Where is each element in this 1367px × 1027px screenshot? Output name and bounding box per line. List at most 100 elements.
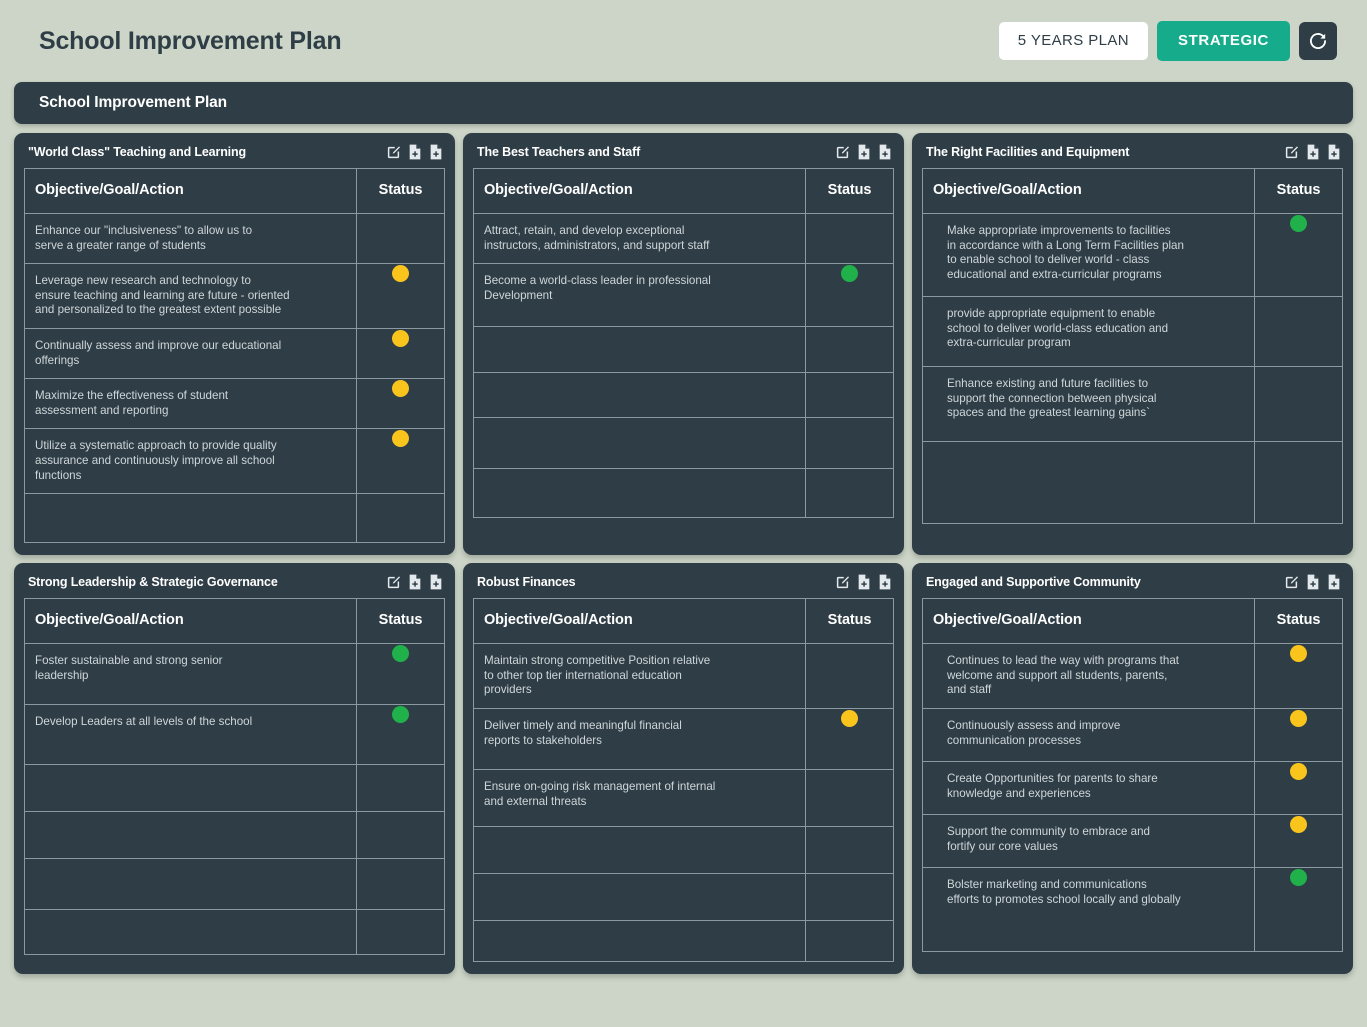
objective-cell[interactable]: [473, 326, 806, 374]
table-row[interactable]: Make appropriate improvements to facilit…: [922, 213, 1343, 297]
table-row[interactable]: Deliver timely and meaningful financial …: [473, 707, 894, 770]
table-row[interactable]: [24, 858, 445, 911]
table-row[interactable]: [473, 326, 894, 374]
table-row[interactable]: Enhance our "inclusiveness" to allow us …: [24, 212, 445, 265]
status-cell[interactable]: [805, 212, 894, 265]
table-row[interactable]: [922, 441, 1343, 524]
table-row[interactable]: Continues to lead the way with programs …: [922, 643, 1343, 709]
objective-cell[interactable]: Make appropriate improvements to facilit…: [922, 213, 1255, 297]
table-row[interactable]: Continuously assess and improve communic…: [922, 707, 1343, 762]
table-row[interactable]: Foster sustainable and strong senior lea…: [24, 643, 445, 706]
objective-cell[interactable]: provide appropriate equipment to enable …: [922, 296, 1255, 367]
edit-button[interactable]: [1284, 575, 1299, 590]
status-cell[interactable]: [1254, 441, 1343, 524]
edit-button[interactable]: [835, 575, 850, 590]
table-row[interactable]: [24, 909, 445, 956]
objective-cell[interactable]: [24, 493, 357, 544]
objective-cell[interactable]: Continually assess and improve our educa…: [24, 327, 357, 380]
table-row[interactable]: Ensure on-going risk management of inter…: [473, 768, 894, 827]
table-row[interactable]: Develop Leaders at all levels of the sch…: [24, 704, 445, 766]
status-cell[interactable]: [356, 811, 445, 860]
objective-cell[interactable]: Develop Leaders at all levels of the sch…: [24, 704, 357, 766]
table-row[interactable]: [473, 919, 894, 962]
objective-cell[interactable]: Continuously assess and improve communic…: [922, 707, 1255, 762]
status-cell[interactable]: [805, 825, 894, 874]
five-years-plan-button[interactable]: 5 YEARS PLAN: [998, 22, 1149, 60]
add-document-button-2[interactable]: [429, 144, 443, 160]
objective-cell[interactable]: Continues to lead the way with programs …: [922, 643, 1255, 709]
objective-cell[interactable]: [24, 909, 357, 956]
status-cell[interactable]: [1254, 760, 1343, 815]
status-cell[interactable]: [1254, 707, 1343, 762]
table-row[interactable]: Attract, retain, and develop exceptional…: [473, 212, 894, 265]
table-row[interactable]: [24, 493, 445, 544]
add-document-button-2[interactable]: [1327, 144, 1341, 160]
status-cell[interactable]: [356, 428, 445, 495]
table-row[interactable]: Continually assess and improve our educa…: [24, 327, 445, 380]
objective-cell[interactable]: [473, 872, 806, 921]
table-row[interactable]: Utilize a systematic approach to provide…: [24, 428, 445, 495]
table-row[interactable]: Bolster marketing and communications eff…: [922, 866, 1343, 952]
add-document-button-1[interactable]: [1306, 144, 1320, 160]
edit-button[interactable]: [386, 145, 401, 160]
objective-cell[interactable]: Attract, retain, and develop exceptional…: [473, 212, 806, 265]
objective-cell[interactable]: [24, 858, 357, 911]
objective-cell[interactable]: [473, 919, 806, 962]
objective-cell[interactable]: Deliver timely and meaningful financial …: [473, 707, 806, 770]
status-cell[interactable]: [805, 468, 894, 519]
status-cell[interactable]: [805, 768, 894, 827]
table-row[interactable]: Leverage new research and technology to …: [24, 263, 445, 329]
status-cell[interactable]: [356, 764, 445, 813]
table-row[interactable]: Create Opportunities for parents to shar…: [922, 760, 1343, 815]
objective-cell[interactable]: Leverage new research and technology to …: [24, 263, 357, 329]
objective-cell[interactable]: [473, 468, 806, 519]
status-cell[interactable]: [805, 919, 894, 962]
status-cell[interactable]: [356, 327, 445, 380]
objective-cell[interactable]: Maintain strong competitive Position rel…: [473, 643, 806, 709]
table-row[interactable]: Maximize the effectiveness of student as…: [24, 378, 445, 430]
edit-button[interactable]: [835, 145, 850, 160]
objective-cell[interactable]: [473, 417, 806, 470]
edit-button[interactable]: [1284, 145, 1299, 160]
status-cell[interactable]: [356, 909, 445, 956]
objective-cell[interactable]: Bolster marketing and communications eff…: [922, 866, 1255, 952]
add-document-button-1[interactable]: [857, 144, 871, 160]
status-cell[interactable]: [356, 493, 445, 544]
add-document-button-2[interactable]: [878, 574, 892, 590]
status-cell[interactable]: [1254, 643, 1343, 709]
status-cell[interactable]: [805, 872, 894, 921]
table-row[interactable]: [24, 811, 445, 860]
objective-cell[interactable]: [473, 372, 806, 419]
status-cell[interactable]: [805, 417, 894, 470]
status-cell[interactable]: [356, 643, 445, 706]
status-cell[interactable]: [805, 707, 894, 770]
status-cell[interactable]: [805, 326, 894, 374]
status-cell[interactable]: [1254, 366, 1343, 442]
objective-cell[interactable]: Utilize a systematic approach to provide…: [24, 428, 357, 495]
objective-cell[interactable]: Foster sustainable and strong senior lea…: [24, 643, 357, 706]
objective-cell[interactable]: Support the community to embrace and for…: [922, 813, 1255, 868]
table-row[interactable]: Maintain strong competitive Position rel…: [473, 643, 894, 709]
strategic-button[interactable]: STRATEGIC: [1157, 21, 1290, 61]
status-cell[interactable]: [356, 263, 445, 329]
objective-cell[interactable]: [473, 825, 806, 874]
objective-cell[interactable]: [922, 441, 1255, 524]
objective-cell[interactable]: [24, 764, 357, 813]
table-row[interactable]: [473, 468, 894, 519]
status-cell[interactable]: [1254, 866, 1343, 952]
add-document-button-1[interactable]: [408, 574, 422, 590]
table-row[interactable]: [24, 764, 445, 813]
table-row[interactable]: [473, 825, 894, 874]
status-cell[interactable]: [356, 212, 445, 265]
objective-cell[interactable]: Maximize the effectiveness of student as…: [24, 378, 357, 430]
add-document-button-2[interactable]: [1327, 574, 1341, 590]
status-cell[interactable]: [356, 858, 445, 911]
objective-cell[interactable]: Enhance existing and future facilities t…: [922, 366, 1255, 442]
table-row[interactable]: [473, 872, 894, 921]
table-row[interactable]: [473, 372, 894, 419]
status-cell[interactable]: [356, 704, 445, 766]
add-document-button-2[interactable]: [429, 574, 443, 590]
objective-cell[interactable]: Create Opportunities for parents to shar…: [922, 760, 1255, 815]
add-document-button-2[interactable]: [878, 144, 892, 160]
refresh-button[interactable]: [1299, 22, 1337, 60]
